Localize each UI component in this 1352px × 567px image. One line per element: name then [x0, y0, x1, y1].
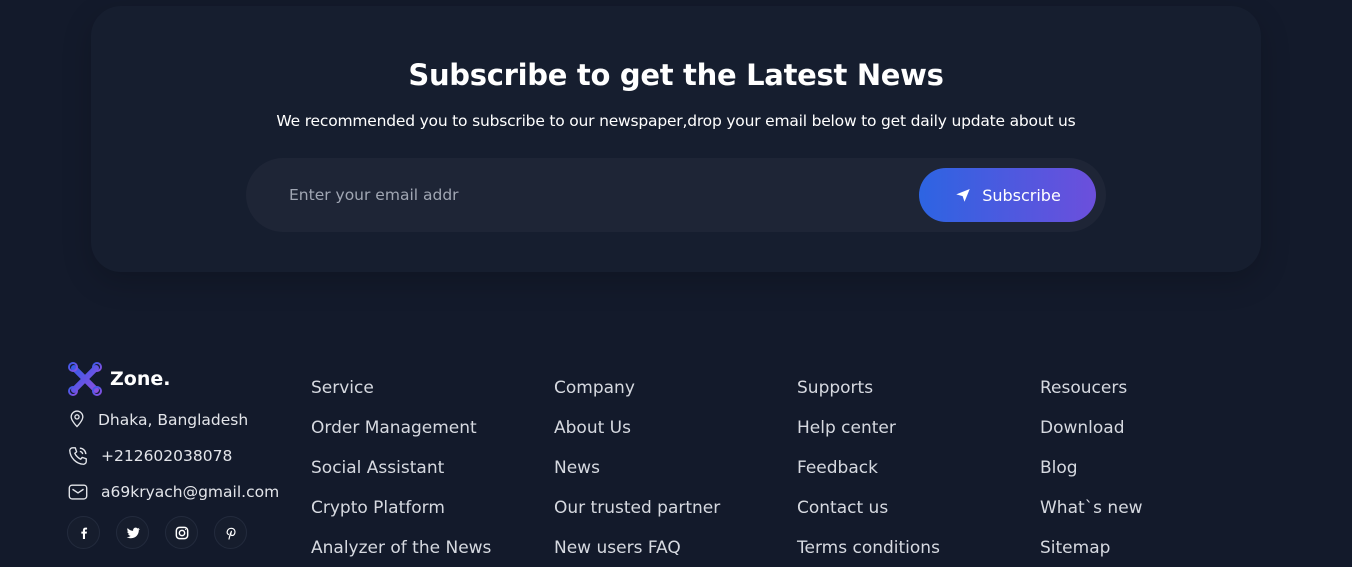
drone-x-logo-icon: [67, 361, 103, 397]
location-pin-icon: [67, 409, 89, 431]
footer-link[interactable]: Download: [1040, 416, 1143, 440]
footer-column-company: Company About Us News Our trusted partne…: [554, 376, 720, 567]
twitter-icon[interactable]: [116, 516, 149, 549]
column-heading: Service: [311, 378, 374, 398]
column-heading: Resoucers: [1040, 378, 1128, 398]
brand-name: Zone.: [110, 368, 171, 390]
subscribe-form: Subscribe: [246, 158, 1106, 232]
footer-link[interactable]: Feedback: [797, 456, 940, 480]
footer-link[interactable]: Our trusted partner: [554, 496, 720, 520]
location-text: Dhaka, Bangladesh: [98, 411, 249, 429]
subscribe-description: We recommended you to subscribe to our n…: [276, 112, 1076, 130]
brand[interactable]: Zone.: [67, 361, 170, 397]
email-text: a69kryach@gmail.com: [101, 483, 280, 501]
envelope-icon: [67, 481, 89, 503]
contact-email[interactable]: a69kryach@gmail.com: [67, 481, 279, 503]
footer-link[interactable]: New users FAQ: [554, 536, 720, 560]
facebook-icon[interactable]: [67, 516, 100, 549]
footer-link[interactable]: Social Assistant: [311, 456, 491, 480]
footer-link[interactable]: Sitemap: [1040, 536, 1143, 560]
footer-link[interactable]: Order Management: [311, 416, 491, 440]
footer-link[interactable]: What`s new: [1040, 496, 1143, 520]
subscribe-card: Subscribe to get the Latest News We reco…: [91, 6, 1261, 272]
footer-column-service: Service Order Management Social Assistan…: [311, 376, 491, 567]
footer-column-resources: Resoucers Download Blog What`s new Sitem…: [1040, 376, 1143, 567]
instagram-icon[interactable]: [165, 516, 198, 549]
column-heading: Supports: [797, 378, 874, 398]
phone-text: +212602038078: [101, 447, 233, 465]
pinterest-icon[interactable]: [214, 516, 247, 549]
footer-link[interactable]: Analyzer of the News: [311, 536, 491, 560]
phone-icon: [67, 445, 89, 467]
footer-link[interactable]: About Us: [554, 416, 720, 440]
page: Subscribe to get the Latest News We reco…: [0, 0, 1352, 567]
subscribe-title: Subscribe to get the Latest News: [408, 58, 944, 92]
social-links: [67, 516, 247, 549]
footer-link[interactable]: News: [554, 456, 720, 480]
footer-link[interactable]: Blog: [1040, 456, 1143, 480]
footer-column-supports: Supports Help center Feedback Contact us…: [797, 376, 940, 567]
footer-link[interactable]: Help center: [797, 416, 940, 440]
email-input[interactable]: [289, 182, 459, 208]
send-icon: [954, 186, 972, 204]
contact-phone[interactable]: +212602038078: [67, 445, 232, 467]
footer-link[interactable]: Contact us: [797, 496, 940, 520]
contact-location: Dhaka, Bangladesh: [67, 409, 248, 431]
footer-link[interactable]: Terms conditions: [797, 536, 940, 560]
subscribe-button[interactable]: Subscribe: [919, 168, 1096, 222]
column-heading: Company: [554, 378, 635, 398]
subscribe-button-label: Subscribe: [982, 185, 1061, 205]
footer-link[interactable]: Crypto Platform: [311, 496, 491, 520]
